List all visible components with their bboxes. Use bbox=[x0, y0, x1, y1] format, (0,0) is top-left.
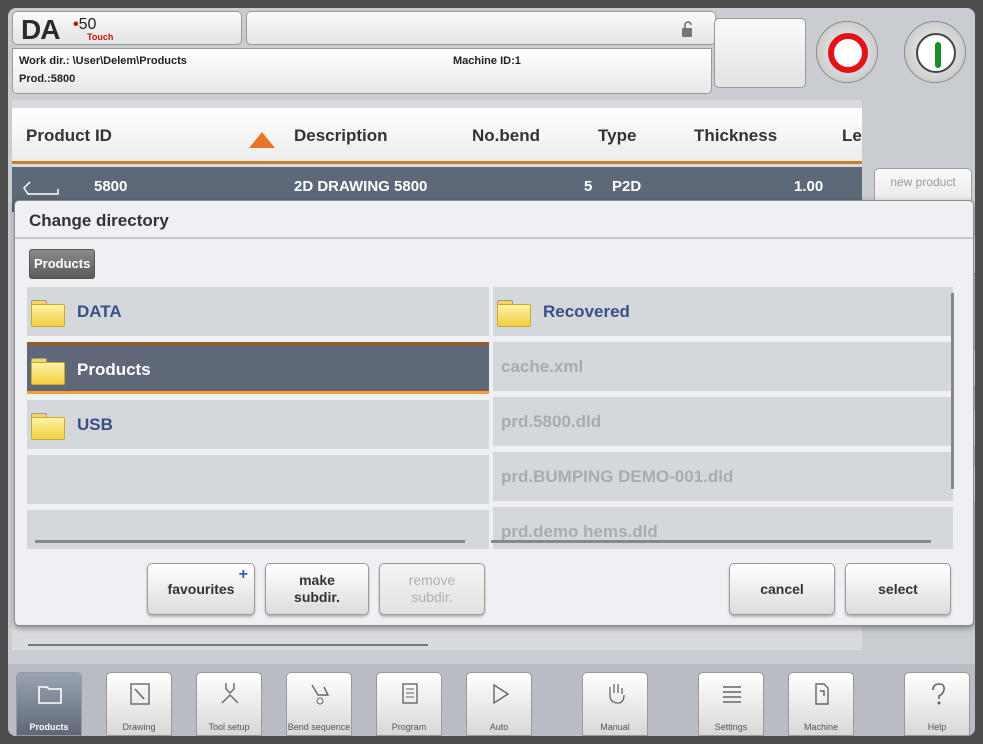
tab-bend-sequence[interactable]: Bend sequence bbox=[286, 672, 352, 736]
tab-manual[interactable]: Manual bbox=[582, 672, 648, 736]
horizontal-scrollbar[interactable] bbox=[28, 644, 428, 646]
work-dir: Work dir.: \User\Delem\Products bbox=[19, 55, 187, 67]
cell-type: P2D bbox=[612, 178, 642, 195]
logo-panel: DA •50 Touch bbox=[12, 11, 242, 45]
machine-icon bbox=[815, 683, 829, 705]
tab-drawing[interactable]: Drawing bbox=[106, 672, 172, 736]
program-icon bbox=[402, 683, 418, 704]
tab-help[interactable]: Help bbox=[904, 672, 970, 736]
stop-icon bbox=[828, 33, 868, 73]
change-directory-dialog: Change directory Products DATA Products … bbox=[14, 200, 974, 626]
tab-settings[interactable]: Settings bbox=[698, 672, 764, 736]
list-item-file: cache.xml bbox=[493, 342, 953, 394]
tab-program[interactable]: Program bbox=[376, 672, 442, 736]
help-icon bbox=[932, 683, 945, 705]
horizontal-scrollbar[interactable] bbox=[35, 540, 465, 543]
part-profile-icon bbox=[23, 181, 59, 195]
tab-auto[interactable]: Auto bbox=[466, 672, 532, 736]
select-button[interactable]: select bbox=[845, 563, 951, 615]
cell-thickness: 1.00 bbox=[794, 178, 824, 195]
plus-icon: + bbox=[238, 566, 248, 583]
drawing-icon bbox=[130, 683, 150, 705]
make-subdir-button[interactable]: make subdir. bbox=[265, 563, 369, 615]
list-item-usb[interactable]: USB bbox=[27, 400, 489, 452]
start-button[interactable] bbox=[904, 21, 966, 83]
col-product-id[interactable]: Product ID bbox=[26, 126, 112, 146]
list-item-file: prd.5800.dld bbox=[493, 397, 953, 449]
favourites-button[interactable]: + favourites bbox=[147, 563, 255, 615]
vertical-scrollbar[interactable] bbox=[951, 293, 954, 489]
hand-icon bbox=[609, 684, 625, 704]
list-item-empty bbox=[27, 510, 489, 549]
list-item-file: prd.BUMPING DEMO-001.dld bbox=[493, 452, 953, 504]
col-description[interactable]: Description bbox=[294, 126, 388, 146]
cell-bends: 5 bbox=[584, 178, 593, 195]
remove-subdir-button[interactable]: remove subdir. bbox=[379, 563, 485, 615]
cancel-button[interactable]: cancel bbox=[729, 563, 835, 615]
logo: DA bbox=[21, 14, 60, 45]
breadcrumb[interactable]: Products bbox=[29, 249, 96, 279]
table-header: Product ID Description No.bend Type Thic… bbox=[12, 108, 862, 164]
tab-products[interactable]: Products bbox=[16, 672, 82, 736]
logo-touch: Touch bbox=[87, 32, 114, 42]
list-item-empty bbox=[27, 455, 489, 507]
folder-icon bbox=[497, 300, 531, 327]
dialog-title: Change directory bbox=[29, 211, 169, 230]
play-icon bbox=[493, 683, 510, 705]
stop-button[interactable] bbox=[816, 21, 878, 83]
main-tab-bar: Products Drawing Tool setup Bend sequenc… bbox=[8, 664, 975, 736]
sort-asc-icon bbox=[249, 132, 275, 148]
col-thickness[interactable]: Thickness bbox=[694, 126, 777, 146]
folder-icon bbox=[31, 413, 65, 440]
folder-icon bbox=[31, 300, 65, 327]
folder-icon bbox=[31, 358, 65, 385]
col-type[interactable]: Type bbox=[598, 126, 636, 146]
start-icon bbox=[916, 33, 956, 73]
bend-sequence-icon bbox=[311, 684, 330, 705]
list-item-data[interactable]: DATA bbox=[27, 287, 489, 339]
screen: DA •50 Touch Work dir.: \User\Delem\Prod… bbox=[8, 8, 975, 736]
product-label: Prod.:5800 bbox=[19, 73, 76, 85]
list-settings-icon bbox=[723, 686, 741, 703]
folder-open-icon bbox=[38, 686, 62, 704]
horizontal-scrollbar[interactable] bbox=[491, 540, 931, 543]
tab-tool-setup[interactable]: Tool setup bbox=[196, 672, 262, 736]
col-length[interactable]: Le bbox=[842, 126, 862, 146]
unlock-icon[interactable] bbox=[681, 20, 695, 38]
col-no-bend[interactable]: No.bend bbox=[472, 126, 540, 146]
machine-id: Machine ID:1 bbox=[453, 55, 521, 67]
tab-machine[interactable]: Machine bbox=[788, 672, 854, 736]
tool-icon bbox=[221, 683, 239, 704]
directory-list: DATA Products USB Recovered cache.xml pr… bbox=[27, 287, 957, 549]
message-bar bbox=[246, 11, 716, 45]
list-item-recovered[interactable]: Recovered bbox=[493, 287, 953, 339]
cell-description: 2D DRAWING 5800 bbox=[294, 178, 428, 195]
cell-id: 5800 bbox=[94, 178, 128, 195]
list-item-products[interactable]: Products bbox=[27, 342, 489, 394]
status-box[interactable] bbox=[714, 18, 806, 88]
info-panel: Work dir.: \User\Delem\Products Prod.:58… bbox=[12, 48, 712, 94]
